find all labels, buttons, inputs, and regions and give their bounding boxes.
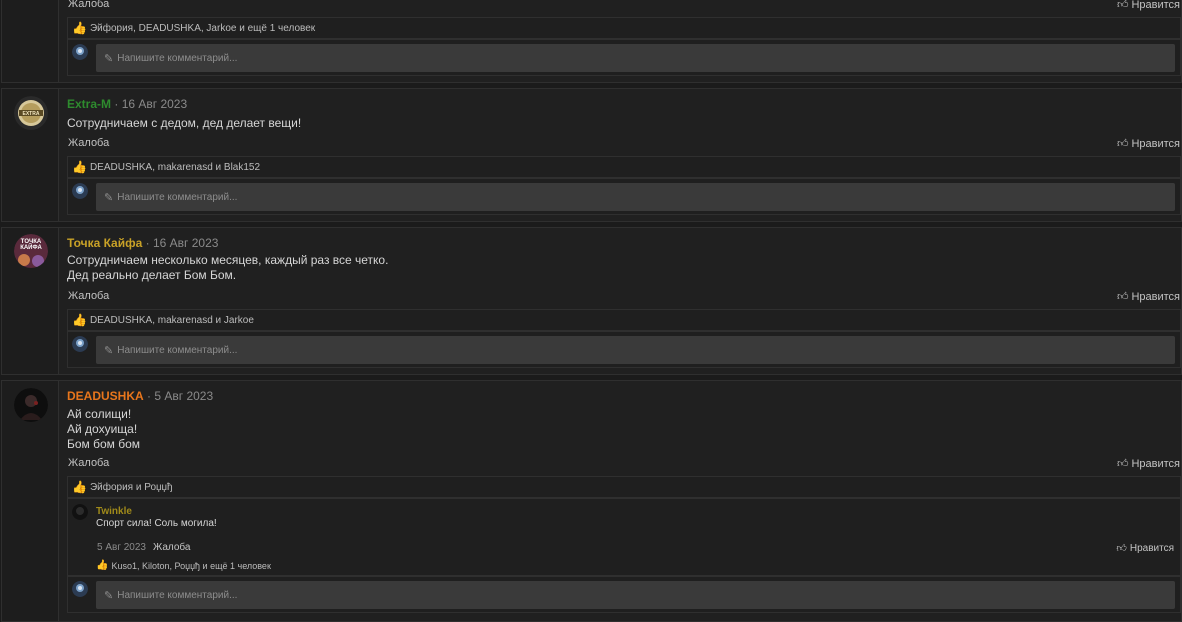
reply-reaction-bar[interactable]: 👍 Kuso1, Kiloton, Роџџђ и ещё 1 человек <box>96 560 271 571</box>
post-meta: Точка Кайфа · 16 Авг 2023 <box>67 236 218 250</box>
thumbs-up-icon: 👍 <box>72 313 87 327</box>
like-button[interactable]: 👍︎ Нравится <box>1116 290 1180 304</box>
like-button[interactable]: 👍︎ Нравится <box>1116 137 1180 151</box>
thumbs-up-icon: 👍 <box>96 560 109 571</box>
reaction-bar[interactable]: 👍 Эйфория и Роџџђ <box>67 476 1181 498</box>
reaction-bar[interactable]: 👍 DEADUSHKA, makarenasd и Blak152 <box>67 156 1181 178</box>
current-user-avatar <box>72 336 88 352</box>
post-line: Сотрудничаем несколько месяцев, каждый р… <box>67 253 389 267</box>
post-body: Сотрудничаем с дедом, дед делает вещи! <box>67 116 301 131</box>
comment-box: ✎ Напишите комментарий... <box>67 576 1181 613</box>
post-date[interactable]: · 16 Авг 2023 <box>114 97 187 111</box>
pencil-icon: ✎ <box>104 344 114 357</box>
reply-like-button[interactable]: 👍︎ Нравится <box>1116 542 1174 555</box>
report-link[interactable]: Жалоба <box>68 0 109 10</box>
reply-report-link[interactable]: Жалоба <box>153 542 190 553</box>
post-date[interactable]: · 5 Авг 2023 <box>147 389 213 403</box>
avatar-text: ТОЧКА КАЙФА <box>20 239 42 251</box>
username-link[interactable]: Extra-M <box>67 97 111 111</box>
post: ТОЧКА КАЙФА Точка Кайфа · 16 Авг 2023 Со… <box>1 227 1182 375</box>
current-user-avatar <box>72 581 88 597</box>
report-link[interactable]: Жалоба <box>68 137 109 149</box>
reply-avatar[interactable] <box>72 504 88 520</box>
post: EXTRA Extra-M · 16 Авг 2023 Сотрудничаем… <box>1 88 1182 222</box>
thumbs-up-icon: 👍 <box>72 480 87 494</box>
report-link[interactable]: Жалоба <box>68 290 109 302</box>
pencil-icon: ✎ <box>104 589 114 602</box>
like-label: Нравится <box>1129 542 1174 554</box>
thumbs-up-icon: 👍 <box>72 160 87 174</box>
comment-input[interactable]: ✎ Напишите комментарий... <box>96 581 1175 609</box>
report-link[interactable]: Жалоба <box>68 457 109 469</box>
comment-input[interactable]: ✎ Напишите комментарий... <box>96 183 1175 211</box>
post-body: Ай солищи! Ай дохуища! Бом бом бом <box>67 407 140 452</box>
extra-logo-avatar[interactable]: EXTRA <box>14 96 48 130</box>
reply-username[interactable]: Twinkle <box>96 506 132 517</box>
post-body: Сотрудничаем несколько месяцев, каждый р… <box>67 253 388 283</box>
post: DEADUSHKA · 5 Авг 2023 Ай солищи! Ай дох… <box>1 380 1182 622</box>
comment-placeholder: Напишите комментарий... <box>117 52 238 64</box>
comment-box: ✎ Напишите комментарий... <box>67 39 1181 76</box>
like-button[interactable]: 👍︎ Нравится <box>1117 0 1180 11</box>
avatar-column: EXTRA <box>2 89 59 221</box>
comment-placeholder: Напишите комментарий... <box>117 191 238 203</box>
post-line: Дед реально делает Бом Бом. <box>67 268 237 282</box>
reaction-bar[interactable]: 👍 Эйфория, DEADUSHKA, Jarkoe и ещё 1 чел… <box>67 17 1181 39</box>
pencil-icon: ✎ <box>104 191 114 204</box>
reply-comment: Twinkle Спорт сила! Соль могила! 5 Авг 2… <box>67 498 1181 576</box>
reaction-users: DEADUSHKA, makarenasd и Jarkoe <box>89 314 254 326</box>
current-user-avatar <box>72 44 88 60</box>
comment-placeholder: Напишите комментарий... <box>117 589 238 601</box>
like-label: Нравится <box>1131 0 1180 11</box>
reaction-users: Kuso1, Kiloton, Роџџђ и ещё 1 человек <box>111 560 271 571</box>
reaction-users: Эйфория, DEADUSHKA, Jarkoe и ещё 1 челов… <box>89 22 316 34</box>
like-button[interactable]: 👍︎ Нравится <box>1116 457 1180 471</box>
post-line: Ай солищи! <box>67 407 132 421</box>
like-label: Нравится <box>1131 290 1180 303</box>
avatar-column <box>2 0 59 82</box>
reaction-users: Эйфория и Роџџђ <box>89 481 173 493</box>
thumbs-up-outline-icon: 👍︎ <box>1116 0 1129 11</box>
username-link[interactable]: Точка Кайфа <box>67 236 142 250</box>
tochka-kaifa-avatar[interactable]: ТОЧКА КАЙФА <box>14 234 48 268</box>
like-label: Нравится <box>1131 457 1180 470</box>
thumbs-up-outline-icon: 👍︎ <box>1116 138 1129 150</box>
post-partial-top: Жалоба 👍︎ Нравится 👍 Эйфория, DEADUSHKA,… <box>1 0 1182 83</box>
thumbs-up-outline-icon: 👍︎ <box>1116 291 1129 303</box>
reply-text: Спорт сила! Соль могила! <box>96 518 217 529</box>
dark-figure-avatar[interactable] <box>14 388 48 422</box>
thumbs-up-icon: 👍 <box>72 21 87 35</box>
like-label: Нравится <box>1131 137 1180 150</box>
avatar-column: ТОЧКА КАЙФА <box>2 228 59 374</box>
comment-box: ✎ Напишите комментарий... <box>67 178 1181 215</box>
comment-input[interactable]: ✎ Напишите комментарий... <box>96 44 1175 72</box>
reply-date[interactable]: 5 Авг 2023 <box>97 542 146 553</box>
comment-input[interactable]: ✎ Напишите комментарий... <box>96 336 1175 364</box>
thumbs-up-outline-icon: 👍︎ <box>1116 458 1129 470</box>
post-line: Ай дохуища! <box>67 422 138 436</box>
reaction-bar[interactable]: 👍 DEADUSHKA, makarenasd и Jarkoe <box>67 309 1181 331</box>
reaction-users: DEADUSHKA, makarenasd и Blak152 <box>89 161 261 173</box>
post-line: Сотрудничаем с дедом, дед делает вещи! <box>67 116 302 130</box>
avatar-column <box>2 381 59 621</box>
post-date[interactable]: · 16 Авг 2023 <box>146 236 219 250</box>
post-meta: Extra-M · 16 Авг 2023 <box>67 97 187 111</box>
post-line: Бом бом бом <box>67 437 141 451</box>
post-meta: DEADUSHKA · 5 Авг 2023 <box>67 389 213 403</box>
username-link[interactable]: DEADUSHKA <box>67 389 144 403</box>
thumbs-up-outline-icon: 👍︎ <box>1116 543 1127 554</box>
current-user-avatar <box>72 183 88 199</box>
comment-box: ✎ Напишите комментарий... <box>67 331 1181 368</box>
pencil-icon: ✎ <box>104 52 114 65</box>
svg-text:EXTRA: EXTRA <box>23 111 40 117</box>
comment-placeholder: Напишите комментарий... <box>117 344 238 356</box>
